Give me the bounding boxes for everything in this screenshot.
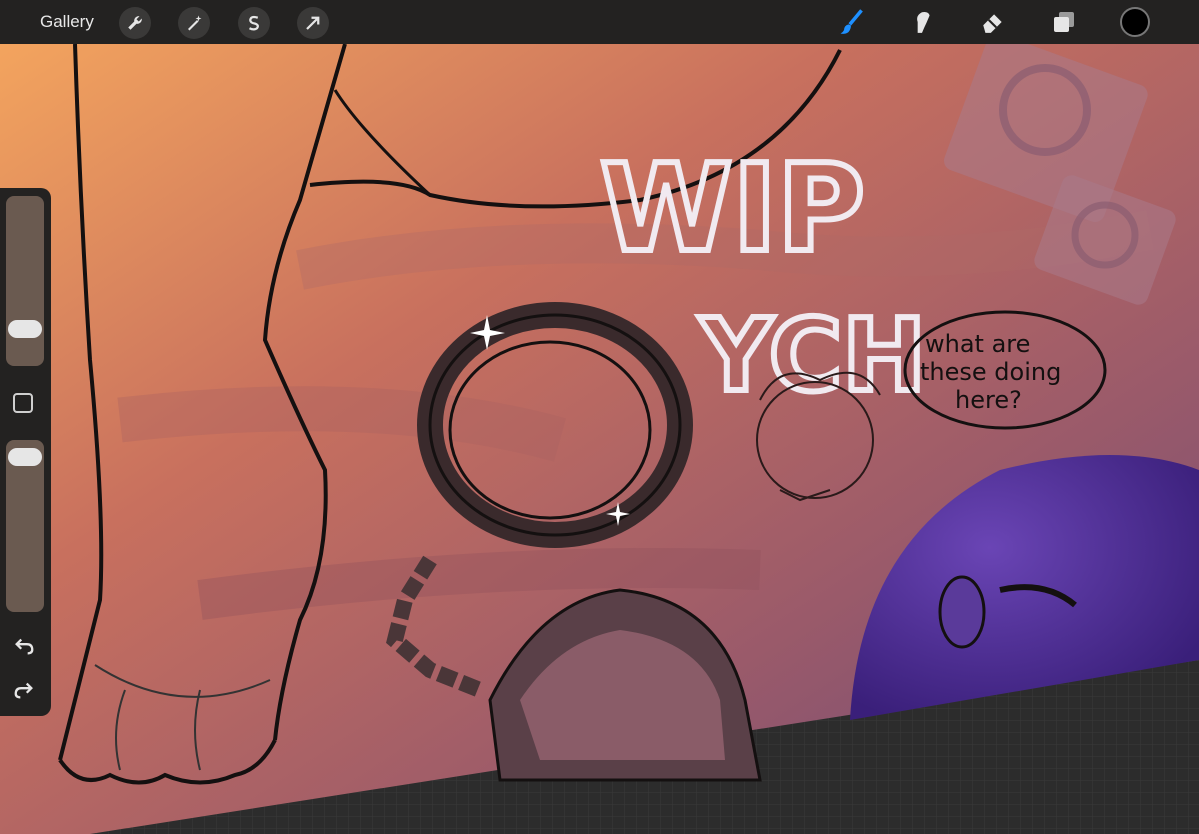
brush-size-slider[interactable] [6, 196, 44, 366]
redo-icon[interactable] [12, 678, 36, 702]
speech-line-1: what are [925, 330, 1030, 358]
smudge-icon[interactable] [906, 6, 938, 38]
brush-icon[interactable] [835, 6, 867, 38]
wip-text: WIP [600, 140, 865, 279]
brush-size-thumb[interactable] [8, 320, 42, 338]
speech-line-3: here? [955, 386, 1022, 414]
undo-icon[interactable] [12, 634, 36, 658]
wrench-icon[interactable] [119, 7, 151, 39]
color-picker-button[interactable] [1120, 7, 1150, 37]
ych-text: YCH [699, 297, 926, 414]
selection-s-icon[interactable] [238, 7, 270, 39]
move-arrow-icon[interactable] [297, 7, 329, 39]
opacity-slider[interactable] [6, 440, 44, 612]
left-sidebar [0, 188, 51, 716]
drawing-canvas[interactable]: WIP YCH what are these doing here? [0, 0, 1199, 834]
eraser-icon[interactable] [977, 6, 1009, 38]
speech-line-2: these doing [920, 358, 1061, 386]
gallery-button[interactable]: Gallery [40, 12, 94, 32]
magic-wand-icon[interactable] [178, 7, 210, 39]
top-toolbar: Gallery [0, 0, 1199, 44]
layers-icon[interactable] [1048, 6, 1080, 38]
modify-square-icon[interactable] [13, 393, 33, 413]
opacity-thumb[interactable] [8, 448, 42, 466]
